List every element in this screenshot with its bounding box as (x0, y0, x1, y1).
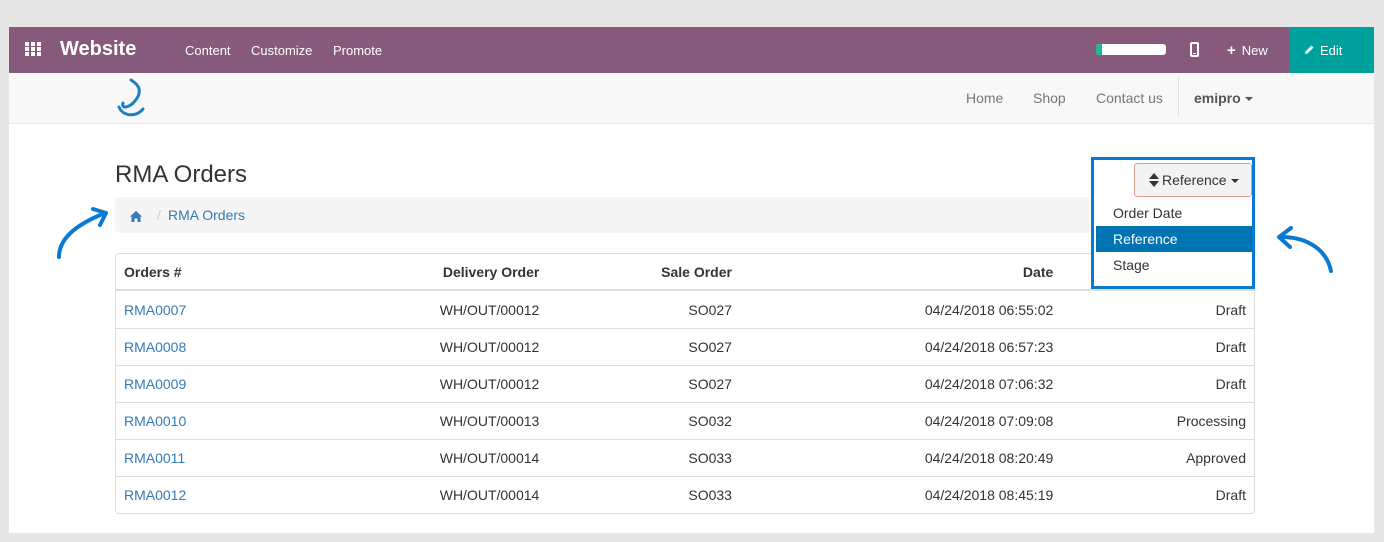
orders-table: Orders # Delivery Order Sale Order Date … (115, 253, 1255, 514)
breadcrumb-rma-orders[interactable]: RMA Orders (168, 207, 245, 223)
table-header-row: Orders # Delivery Order Sale Order Date (116, 254, 1254, 291)
order-stage: Draft (1215, 301, 1246, 318)
sort-dropdown-highlight: Reference Order Date Reference Stage (1091, 157, 1255, 289)
user-menu[interactable]: emipro (1194, 90, 1253, 106)
nav-home[interactable]: Home (966, 90, 1003, 106)
progress-fill (1096, 44, 1102, 55)
browser-frame: Website Content Customize Promote + New E… (9, 27, 1374, 533)
header-sale-order[interactable]: Sale Order (547, 254, 740, 291)
orders-table-body: RMA0007 WH/OUT/00012 SO027 04/24/2018 06:55… (116, 291, 1254, 513)
order-date: 04/24/2018 06:55:02 (924, 301, 1054, 318)
breadcrumb-separator: / (157, 207, 161, 223)
sale-order: SO033 (547, 476, 740, 513)
app-title: Website (60, 38, 137, 60)
order-number[interactable]: RMA0012 (116, 476, 306, 513)
sort-menu: Order Date Reference Stage (1096, 200, 1252, 278)
order-number[interactable]: RMA0011 (116, 439, 306, 476)
nav-contact-us[interactable]: Contact us (1096, 90, 1163, 106)
order-stage: Approved (1061, 439, 1254, 476)
sort-button-label: Reference (1162, 172, 1227, 188)
delivery-order: WH/OUT/00012 (439, 301, 540, 318)
order-date: 04/24/2018 06:57:23 (739, 328, 1062, 365)
sale-order: SO027 (547, 328, 740, 365)
caret-down-icon (1244, 97, 1253, 102)
table-row: RMA0008 WH/OUT/00012 SO027 04/24/2018 06:57… (116, 328, 1254, 365)
delivery-order: WH/OUT/00013 (305, 402, 548, 439)
sort-button[interactable]: Reference (1134, 163, 1252, 197)
order-date: 04/24/2018 07:09:08 (739, 402, 1062, 439)
plus-icon: + (1227, 42, 1236, 59)
sale-order: SO027 (547, 365, 740, 402)
delivery-order: WH/OUT/00012 (305, 328, 548, 365)
table-row: RMA0010 WH/OUT/00013 SO032 04/24/2018 07:09… (116, 402, 1254, 439)
sort-icon (1149, 173, 1159, 187)
new-button[interactable]: + New (1227, 42, 1268, 59)
site-navbar: Home Shop Contact us emipro (9, 73, 1374, 124)
annotation-arrow-left (57, 207, 108, 259)
home-icon[interactable] (130, 209, 142, 222)
edit-button-label: Edit (1320, 43, 1343, 58)
order-stage: Draft (1061, 365, 1254, 402)
new-button-label: New (1241, 43, 1268, 58)
pencil-icon (1304, 43, 1315, 58)
delivery-order: WH/OUT/00012 (305, 365, 548, 402)
sale-order: SO033 (547, 439, 740, 476)
order-number[interactable]: RMA0007 (116, 291, 306, 328)
delivery-order: WH/OUT/00014 (305, 476, 548, 513)
table-row: RMA0011 WH/OUT/00014 SO033 04/24/2018 08:20… (116, 439, 1254, 476)
apps-grid-icon[interactable] (25, 42, 42, 56)
order-date: 04/24/2018 08:45:19 (739, 476, 1062, 513)
order-stage: Draft (1061, 476, 1254, 513)
admin-topbar: Website Content Customize Promote + New E… (9, 27, 1374, 73)
progress-bar (1096, 44, 1166, 55)
header-orders[interactable]: Orders # (116, 254, 306, 291)
annotation-arrow-right (1277, 226, 1333, 273)
menu-promote[interactable]: Promote (333, 43, 382, 58)
edit-button[interactable]: Edit (1289, 27, 1374, 73)
header-date[interactable]: Date (739, 254, 1062, 291)
mobile-preview-icon[interactable] (1190, 42, 1199, 57)
nav-shop[interactable]: Shop (1033, 90, 1066, 106)
order-number[interactable]: RMA0010 (116, 402, 306, 439)
menu-customize[interactable]: Customize (251, 43, 312, 58)
order-number[interactable]: RMA0008 (116, 328, 306, 365)
sort-option-order-date[interactable]: Order Date (1096, 200, 1252, 226)
table-row: RMA0009 WH/OUT/00012 SO027 04/24/2018 07:06… (116, 365, 1254, 402)
sale-order: SO032 (547, 402, 740, 439)
site-logo[interactable] (113, 77, 149, 121)
order-date: 04/24/2018 07:06:32 (739, 365, 1062, 402)
order-stage: Processing (1061, 402, 1254, 439)
table-row: RMA0007 WH/OUT/00012 SO027 04/24/2018 06:55… (116, 291, 1254, 328)
table-row: RMA0012 WH/OUT/00014 SO033 04/24/2018 08:45… (116, 476, 1254, 513)
sort-option-reference[interactable]: Reference (1096, 226, 1252, 252)
order-stage: Draft (1061, 328, 1254, 365)
sale-order: SO027 (688, 301, 732, 318)
breadcrumb: / RMA Orders (115, 197, 1090, 233)
order-date: 04/24/2018 08:20:49 (739, 439, 1062, 476)
menu-content[interactable]: Content (185, 43, 231, 58)
nav-divider (1178, 77, 1179, 117)
page-title: RMA Orders (115, 161, 248, 188)
delivery-order: WH/OUT/00014 (305, 439, 548, 476)
sort-option-stage[interactable]: Stage (1096, 252, 1252, 278)
header-delivery-order[interactable]: Delivery Order (305, 254, 548, 291)
order-number[interactable]: RMA0009 (116, 365, 306, 402)
caret-down-icon (1230, 179, 1239, 184)
user-name: emipro (1194, 90, 1241, 106)
